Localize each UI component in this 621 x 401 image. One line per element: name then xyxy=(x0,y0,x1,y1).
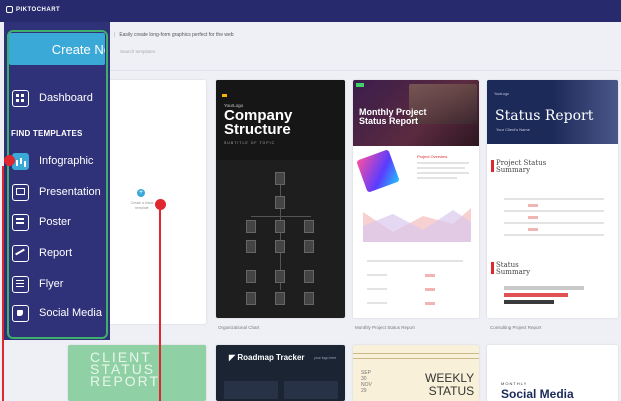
card-subtitle: Your Client's Name xyxy=(496,127,530,132)
heading-accent xyxy=(491,160,494,172)
template-card-social-media[interactable]: MONTHLY Social Media xyxy=(487,345,618,401)
org-node xyxy=(275,220,285,233)
brand-name: PIKTOCHART xyxy=(16,6,61,13)
org-node xyxy=(275,240,285,253)
search-hint[interactable]: Search templates xyxy=(120,49,155,54)
table-cell-highlight xyxy=(528,228,538,231)
org-node xyxy=(246,270,256,283)
blank-template-label: Create a blank template xyxy=(130,201,154,210)
card-title: WEEKLY STATUS xyxy=(425,371,475,398)
status-caption: Consulting Project Report xyxy=(490,325,542,330)
template-card-weekly-status[interactable]: SEP 30 NOV 29 WEEKLY STATUS xyxy=(353,345,479,401)
text-line xyxy=(417,162,469,164)
progress-bar xyxy=(504,293,568,297)
section-heading: Project Overview xyxy=(417,154,448,159)
table-cell-highlight xyxy=(425,288,435,291)
org-node xyxy=(246,220,256,233)
table-rule xyxy=(367,260,463,262)
table-cell-highlight xyxy=(425,302,435,305)
table-cell-highlight xyxy=(528,216,538,219)
template-card-org-chart[interactable]: YourLogo Company Structure SUBTITLE OF T… xyxy=(216,80,345,318)
area-chart-thumbnail xyxy=(363,208,471,242)
annotation-line xyxy=(159,210,161,401)
table-cell-highlight xyxy=(528,204,538,207)
text-line xyxy=(417,172,469,174)
annotation-dot xyxy=(155,199,166,210)
template-card-client-status[interactable]: CLIENT STATUS REPORT xyxy=(68,345,206,401)
template-card-roadmap[interactable]: ◤ Roadmap Tracker your logo here xyxy=(216,345,345,401)
table-rule xyxy=(504,222,604,224)
card-title: ◤ Roadmap Tracker xyxy=(229,353,305,362)
piktochart-logo-icon xyxy=(6,6,13,13)
progress-bar xyxy=(504,286,584,290)
table-rule xyxy=(504,234,604,236)
add-blank-icon[interactable]: + xyxy=(137,189,145,197)
brand-logo[interactable]: PIKTOCHART xyxy=(6,6,60,13)
org-node xyxy=(275,172,285,185)
card-title: Company Structure xyxy=(224,107,293,138)
sidebar-highlight-frame xyxy=(7,30,108,339)
org-node xyxy=(275,270,285,283)
roadmap-column xyxy=(224,381,278,399)
org-node xyxy=(275,196,285,209)
annotation-line xyxy=(2,166,4,401)
card-title: Status Report xyxy=(495,108,594,124)
card-title: CLIENT STATUS REPORT xyxy=(90,349,161,389)
table-cell xyxy=(367,288,387,290)
table-rule xyxy=(504,210,604,212)
monthly-caption: Monthly Project Status Report xyxy=(355,325,415,330)
annotation-dot xyxy=(4,155,15,166)
logo-tag xyxy=(222,94,227,97)
table-cell xyxy=(367,274,387,276)
page-subtitle: | Easily create long-form graphics perfec… xyxy=(114,32,234,38)
table-cell-highlight xyxy=(425,274,435,277)
hero-graphic xyxy=(356,149,400,193)
heading-accent xyxy=(491,262,494,274)
app-window: PIKTOCHART | Easily create long-form grap… xyxy=(0,0,621,401)
org-node xyxy=(304,220,314,233)
divider xyxy=(100,70,621,71)
roadmap-column xyxy=(284,381,338,399)
logo-placeholder: YourLogo xyxy=(494,92,509,96)
card-title: Monthly Project Status Report xyxy=(359,107,427,126)
org-node xyxy=(304,240,314,253)
text-line xyxy=(417,177,457,179)
org-node xyxy=(304,292,314,305)
logo-placeholder: your logo here xyxy=(314,356,337,360)
card-kicker: MONTHLY xyxy=(501,381,528,386)
date-range: SEP 30 NOV 29 xyxy=(361,370,372,394)
template-card-monthly-status[interactable]: Monthly Project Status Report Project Ov… xyxy=(353,80,479,318)
header-band xyxy=(353,353,479,359)
section-heading: Project Status Summary xyxy=(496,159,547,174)
card-title: Social Media xyxy=(501,387,574,401)
top-bar: PIKTOCHART xyxy=(0,0,621,22)
org-node xyxy=(304,270,314,283)
brand-badge xyxy=(356,83,364,87)
text-line xyxy=(417,167,465,169)
card-subtitle: SUBTITLE OF TOPIC xyxy=(224,141,276,145)
table-cell xyxy=(367,302,387,304)
progress-bar xyxy=(504,300,554,304)
section-heading: Status Summary xyxy=(496,261,531,276)
org-node xyxy=(246,292,256,305)
template-card-status-report[interactable]: YourLogo Status Report Your Client's Nam… xyxy=(487,80,618,318)
table-rule xyxy=(504,198,604,200)
org-node xyxy=(275,292,285,305)
org-connector xyxy=(251,216,311,217)
org-chart-caption: Organizational Chart xyxy=(218,325,260,330)
org-node xyxy=(246,240,256,253)
